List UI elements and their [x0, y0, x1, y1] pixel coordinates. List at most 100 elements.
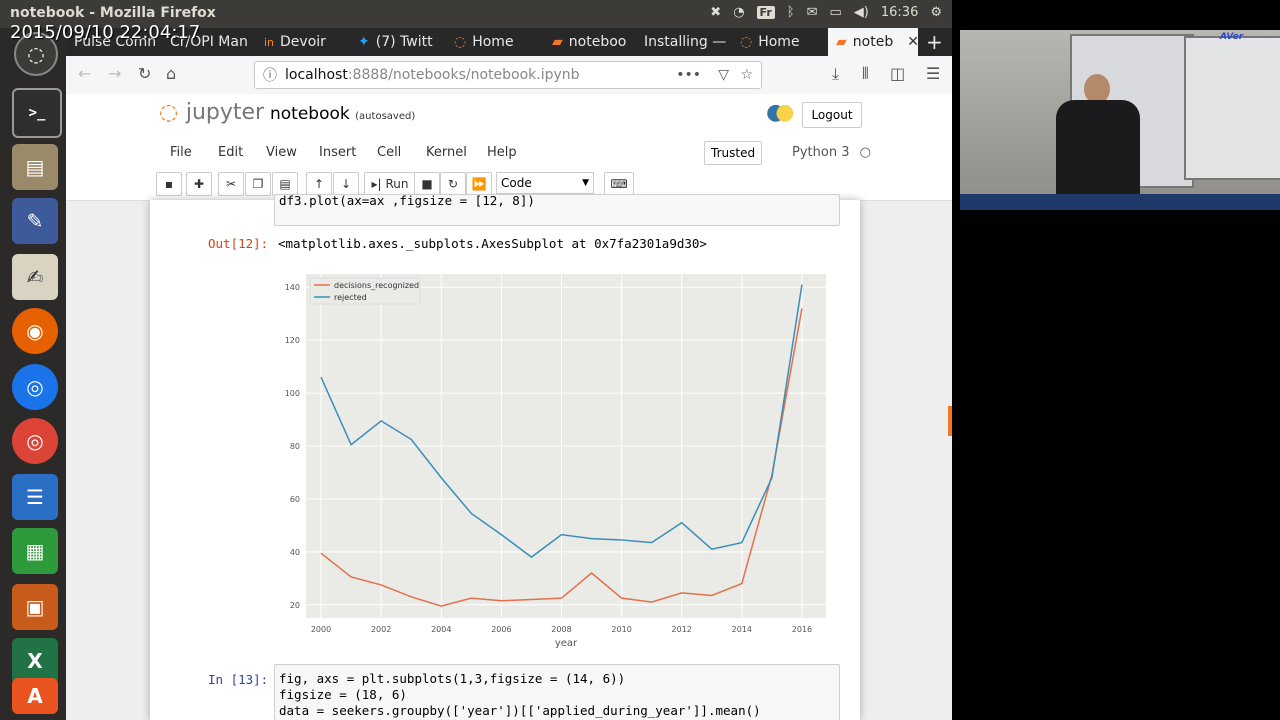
libreoffice-writer-icon[interactable]: ☰	[12, 474, 58, 520]
window-title: notebook - Mozilla Firefox	[10, 5, 216, 21]
jupyter-ring-icon: ◌	[159, 100, 186, 125]
move-down-icon[interactable]: ↓	[333, 172, 359, 196]
logout-button[interactable]: Logout	[802, 102, 862, 128]
y-tick-label: 20	[290, 601, 300, 610]
kernel-indicator: Python 3 ○	[792, 145, 871, 160]
volume-icon[interactable]: ◀)	[854, 5, 869, 20]
close-tab-icon[interactable]: ✕	[907, 34, 918, 50]
menu-kernel[interactable]: Kernel	[426, 145, 467, 160]
bookmark-star-icon[interactable]: ☆	[740, 67, 753, 83]
file-manager-icon[interactable]: ▤	[12, 144, 58, 190]
copy-icon[interactable]: ❐	[245, 172, 271, 196]
battery-icon[interactable]: ▭	[830, 5, 842, 20]
menu-edit[interactable]: Edit	[218, 145, 243, 160]
chromium-icon[interactable]: ◎	[12, 364, 58, 410]
navigation-bar: ← → ↻ ⌂ ⓘ localhost:8888/notebooks/noteb…	[66, 56, 952, 95]
dropbox-icon[interactable]: ✖	[710, 5, 721, 20]
site-icon: in	[264, 35, 275, 49]
insert-cell-icon[interactable]: ✚	[186, 172, 212, 196]
chrome-icon[interactable]: ◎	[12, 418, 58, 464]
scrollbar-thumb[interactable]	[948, 406, 952, 436]
tab-home-1[interactable]: ◌ Home	[454, 28, 544, 56]
software-center-icon[interactable]: A	[12, 678, 58, 714]
trusted-indicator[interactable]: Trusted	[704, 141, 763, 165]
notebook-name[interactable]: notebook (autosaved)	[270, 104, 415, 124]
tab-notebook-active[interactable]: ▰ noteb ✕	[828, 28, 918, 56]
x-tick-label: 2006	[491, 625, 511, 634]
chevron-down-icon: ▼	[582, 178, 589, 188]
text-editor-icon[interactable]: ✍	[12, 254, 58, 300]
save-icon[interactable]: ▪	[156, 172, 182, 196]
new-tab-button[interactable]: +	[926, 28, 948, 56]
notebook-container: df3.plot(ax=ax ,figsize = [12, 8]) Out[1…	[150, 194, 860, 720]
unity-launcher: ◌ >_ ▤ ✎ ✍ ◉ ◎ ◎ ☰ ▦ ▣ X A	[0, 28, 66, 720]
url-path: :8888/notebooks/notebook.ipynb	[347, 67, 580, 83]
x-tick-label: 2016	[792, 625, 812, 634]
code-line-2: figsize = (18, 6)	[279, 687, 407, 702]
y-tick-label: 60	[290, 495, 300, 504]
input-prompt: In [13]:	[208, 672, 269, 687]
forward-arrow-icon[interactable]: →	[108, 64, 121, 83]
menu-view[interactable]: View	[266, 145, 297, 160]
jupyter-header: ◌ jupyter notebook (autosaved) ●● Logout	[66, 94, 952, 136]
y-tick-label: 80	[290, 442, 300, 451]
restart-run-all-icon[interactable]: ⏩	[466, 172, 492, 196]
url-host: localhost	[285, 67, 348, 83]
terminal-icon[interactable]: >_	[12, 88, 62, 138]
video-timestamp-overlay: 2015/09/10 22:04:17	[10, 22, 201, 43]
tab-devoir[interactable]: in Devoir	[264, 28, 352, 56]
jupyter-page: ◌ jupyter notebook (autosaved) ●● Logout…	[66, 94, 952, 720]
tab-home-2[interactable]: ◌ Home	[740, 28, 828, 56]
legend-label-decisions: decisions_recognized	[334, 281, 419, 290]
url-bar[interactable]: ⓘ localhost:8888/notebooks/notebook.ipyn…	[254, 61, 762, 89]
reload-icon[interactable]: ↻	[138, 64, 151, 83]
wifi-icon[interactable]: ◔	[733, 5, 744, 20]
back-arrow-icon[interactable]: ←	[78, 64, 91, 83]
pocket-icon[interactable]: ▽	[718, 67, 729, 83]
menu-insert[interactable]: Insert	[319, 145, 356, 160]
keyboard-layout-indicator[interactable]: Fr	[756, 6, 775, 19]
menu-cell[interactable]: Cell	[377, 145, 401, 160]
library-icon[interactable]: ⫴	[862, 64, 869, 84]
settings-gear-icon[interactable]: ⚙	[930, 5, 942, 20]
restart-icon[interactable]: ↻	[440, 172, 466, 196]
previous-code-cell[interactable]: df3.plot(ax=ax ,figsize = [12, 8])	[274, 194, 840, 226]
bluetooth-icon[interactable]: ᛒ	[787, 5, 795, 20]
command-palette-icon[interactable]: ⌨	[604, 172, 634, 196]
firefox-icon[interactable]: ◉	[12, 308, 58, 354]
x-tick-label: 2010	[611, 625, 631, 634]
move-up-icon[interactable]: ↑	[306, 172, 332, 196]
tab-installing[interactable]: Installing —	[644, 28, 732, 56]
tab-notebook-1[interactable]: ▰ noteboo	[552, 28, 638, 56]
code-cell-13[interactable]: fig, axs = plt.subplots(1,3,figsize = (1…	[274, 664, 840, 720]
twitter-icon: ✦	[358, 34, 370, 50]
x-tick-label: 2002	[371, 625, 391, 634]
downloads-icon[interactable]: ⤓	[832, 64, 839, 84]
output-prompt: Out[12]:	[208, 236, 269, 251]
emacs-icon[interactable]: ✎	[12, 198, 58, 244]
paste-icon[interactable]: ▤	[272, 172, 298, 196]
libreoffice-impress-icon[interactable]: ▣	[12, 584, 58, 630]
home-icon[interactable]: ⌂	[166, 64, 176, 83]
cut-icon[interactable]: ✂	[218, 172, 244, 196]
y-tick-label: 120	[285, 336, 300, 345]
sidebar-icon[interactable]: ◫	[890, 64, 905, 83]
jupyter-logo[interactable]: ◌ jupyter	[159, 100, 264, 125]
tab-twitter[interactable]: ✦ (7) Twitt	[358, 28, 448, 56]
webcam-feed: AVer	[960, 30, 1280, 210]
jupyter-favicon-icon: ◌	[740, 34, 753, 50]
menu-file[interactable]: File	[170, 145, 192, 160]
hamburger-menu-icon[interactable]: ☰	[926, 64, 940, 83]
info-icon[interactable]: ⓘ	[263, 65, 277, 85]
run-icon: ▸|	[371, 177, 382, 191]
interrupt-icon[interactable]: ■	[414, 172, 440, 196]
mail-icon[interactable]: ✉	[807, 5, 818, 20]
page-actions-icon[interactable]: •••	[676, 67, 701, 83]
libreoffice-calc-icon[interactable]: ▦	[12, 528, 58, 574]
notebook-favicon-icon: ▰	[552, 34, 563, 50]
x-axis-label: year	[555, 638, 578, 649]
clock[interactable]: 16:36	[881, 5, 918, 20]
run-button[interactable]: ▸| Run	[364, 172, 416, 196]
menu-help[interactable]: Help	[487, 145, 517, 160]
cell-type-select[interactable]: Code ▼	[496, 172, 594, 194]
